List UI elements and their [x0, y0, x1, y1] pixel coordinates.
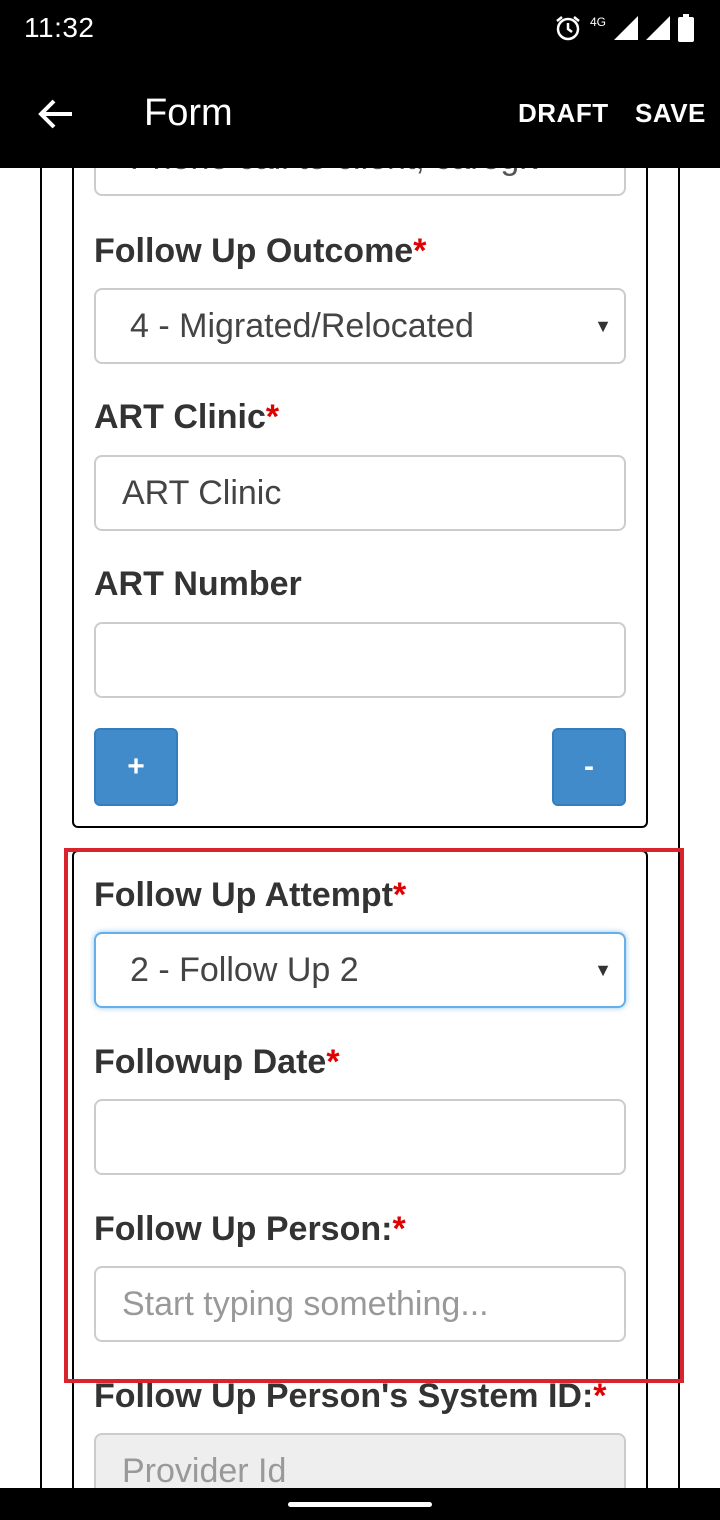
art-number-label: ART Number [94, 565, 302, 604]
alarm-icon [556, 16, 580, 41]
follow-up-person-system-id-input: Provider Id [94, 1433, 626, 1488]
arrow-left-icon [38, 99, 72, 129]
art-clinic-label-text: ART Clinic [94, 398, 266, 436]
caret-down-icon: ▼ [594, 316, 612, 336]
form-content[interactable]: Phone call to client, caregiv Follow Up … [0, 168, 720, 1488]
status-time: 11:32 [24, 12, 95, 43]
follow-up-outcome-value: 4 - Migrated/Relocated [130, 306, 474, 345]
network-type-label: 4G [589, 15, 606, 29]
follow-up-outcome-select[interactable]: 4 - Migrated/Relocated ▼ [94, 288, 626, 364]
art-clinic-input[interactable]: ART Clinic [94, 455, 626, 531]
art-clinic-label: ART Clinic* [94, 398, 279, 437]
navigation-bar [0, 1488, 720, 1520]
battery-icon [678, 14, 694, 42]
art-number-input[interactable] [94, 622, 626, 698]
save-button[interactable]: SAVE [635, 98, 706, 129]
home-gesture-handle[interactable] [288, 1502, 432, 1507]
art-clinic-value: ART Clinic [122, 473, 282, 512]
signal-icon [614, 16, 638, 40]
follow-up-outcome-label-text: Follow Up Outcome [94, 232, 414, 270]
add-repeat-button[interactable]: + [94, 728, 178, 806]
status-icons: 4G [554, 12, 694, 44]
follow-up-person-system-id-placeholder: Provider Id [122, 1451, 287, 1489]
required-mark: * [265, 398, 280, 436]
required-mark: * [413, 232, 427, 270]
draft-button[interactable]: DRAFT [518, 98, 609, 129]
signal-icon [646, 16, 670, 40]
remove-repeat-button[interactable]: - [552, 728, 626, 806]
app-bar: Form DRAFT SAVE [0, 58, 720, 168]
highlight-box [64, 848, 684, 1383]
back-button[interactable] [34, 92, 78, 136]
follow-up-method-select[interactable]: Phone call to client, caregiv [94, 168, 626, 196]
page-title: Form [144, 92, 233, 134]
follow-up-outcome-label: Follow Up Outcome* [94, 232, 426, 271]
art-number-label-text: ART Number [94, 565, 302, 603]
status-bar: 11:32 4G [0, 0, 720, 58]
follow-up-method-value: Phone call to client, caregiv [130, 168, 544, 178]
